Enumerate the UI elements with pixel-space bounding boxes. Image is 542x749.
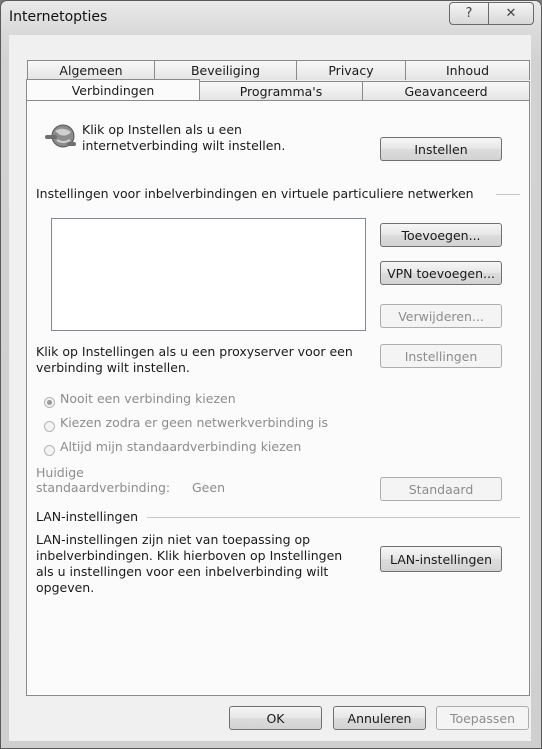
tab-label: Algemeen (59, 63, 123, 78)
add-button[interactable]: Toevoegen... (380, 223, 502, 247)
tab-geavanceerd[interactable]: Geavanceerd (362, 81, 530, 101)
tab-label: Privacy (328, 63, 374, 78)
tab-label: Verbindingen (71, 82, 155, 98)
tab-beveiliging[interactable]: Beveiliging (154, 60, 297, 80)
current-default-label-line: Huidige (36, 465, 84, 480)
lan-text-line: inbelverbindingen. Klik hierboven op Ins… (36, 548, 343, 563)
ok-button[interactable]: OK (229, 706, 322, 730)
radio-never-dial[interactable] (44, 397, 55, 408)
current-default-value: Geen (192, 480, 225, 495)
radio-label-never: Nooit een verbinding kiezen (60, 391, 236, 406)
lan-settings-button[interactable]: LAN-instellingen (380, 546, 502, 572)
dialup-heading: Instellingen voor inbelverbindingen en v… (36, 186, 474, 201)
tab-label: Beveiliging (190, 63, 261, 78)
lan-text-line: LAN-instellingen zijn niet van toepassin… (36, 532, 311, 547)
remove-button[interactable]: Verwijderen... (380, 304, 502, 328)
lan-text-line: als u instellingen voor een inbelverbind… (36, 564, 329, 579)
close-button[interactable]: ✕ (488, 2, 534, 25)
lan-text-line: opgeven. (36, 580, 95, 595)
setup-text-line: Klik op Instellen als u een (82, 122, 242, 137)
close-icon: ✕ (505, 6, 517, 21)
radio-always-dial-default[interactable] (44, 445, 55, 456)
apply-button[interactable]: Toepassen (436, 706, 529, 730)
tab-panel-verbindingen: Klik op Instellen als u een internetverb… (26, 100, 530, 696)
window-title: Internetopties (9, 9, 108, 25)
set-default-button[interactable]: Standaard (380, 477, 502, 501)
radio-dial-when-no-network[interactable] (44, 421, 55, 432)
lan-description: LAN-instellingen zijn niet van toepassin… (36, 532, 342, 596)
lan-heading-separator (147, 517, 520, 518)
proxy-text-line: Klik op Instellingen als u een proxyserv… (36, 344, 353, 359)
add-vpn-button[interactable]: VPN toevoegen... (380, 261, 502, 285)
cancel-button[interactable]: Annuleren (333, 706, 426, 730)
lan-heading: LAN-instellingen (36, 509, 139, 524)
setup-text-line: internetverbinding wilt instellen. (82, 138, 286, 153)
proxy-settings-button[interactable]: Instellingen (380, 344, 502, 368)
tab-inhoud[interactable]: Inhoud (405, 60, 530, 80)
tab-label: Programma's (239, 84, 323, 99)
current-default-label: Huidige standaardverbinding: (36, 465, 170, 495)
help-button[interactable]: ? (449, 2, 489, 25)
title-bar[interactable]: Internetopties ? ✕ (1, 1, 541, 35)
globe-network-icon (45, 124, 76, 148)
help-icon: ? (465, 6, 473, 21)
dialup-heading-separator (496, 194, 520, 195)
radio-label-always-default: Altijd mijn standaardverbinding kiezen (60, 439, 302, 454)
setup-button[interactable]: Instellen (380, 137, 502, 161)
dialog-client-area: Algemeen Beveiliging Privacy Inhoud Verb… (9, 35, 531, 741)
tab-algemeen[interactable]: Algemeen (27, 60, 155, 80)
proxy-text-line: verbinding wilt instellen. (36, 360, 190, 375)
setup-description: Klik op Instellen als u een internetverb… (82, 122, 285, 154)
tab-label: Inhoud (445, 63, 490, 78)
proxy-description: Klik op Instellingen als u een proxyserv… (36, 344, 353, 376)
tab-verbindingen[interactable]: Verbindingen (26, 79, 200, 100)
tab-programmas[interactable]: Programma's (199, 81, 363, 101)
connections-list[interactable] (51, 218, 366, 331)
current-default-label-line: standaardverbinding: (36, 480, 171, 495)
tab-privacy[interactable]: Privacy (296, 60, 406, 80)
internet-options-dialog: Internetopties ? ✕ Algemeen Beveiliging … (0, 0, 542, 749)
radio-label-when-no-network: Kiezen zodra er geen netwerkverbinding i… (60, 415, 329, 430)
tab-label: Geavanceerd (404, 84, 488, 99)
